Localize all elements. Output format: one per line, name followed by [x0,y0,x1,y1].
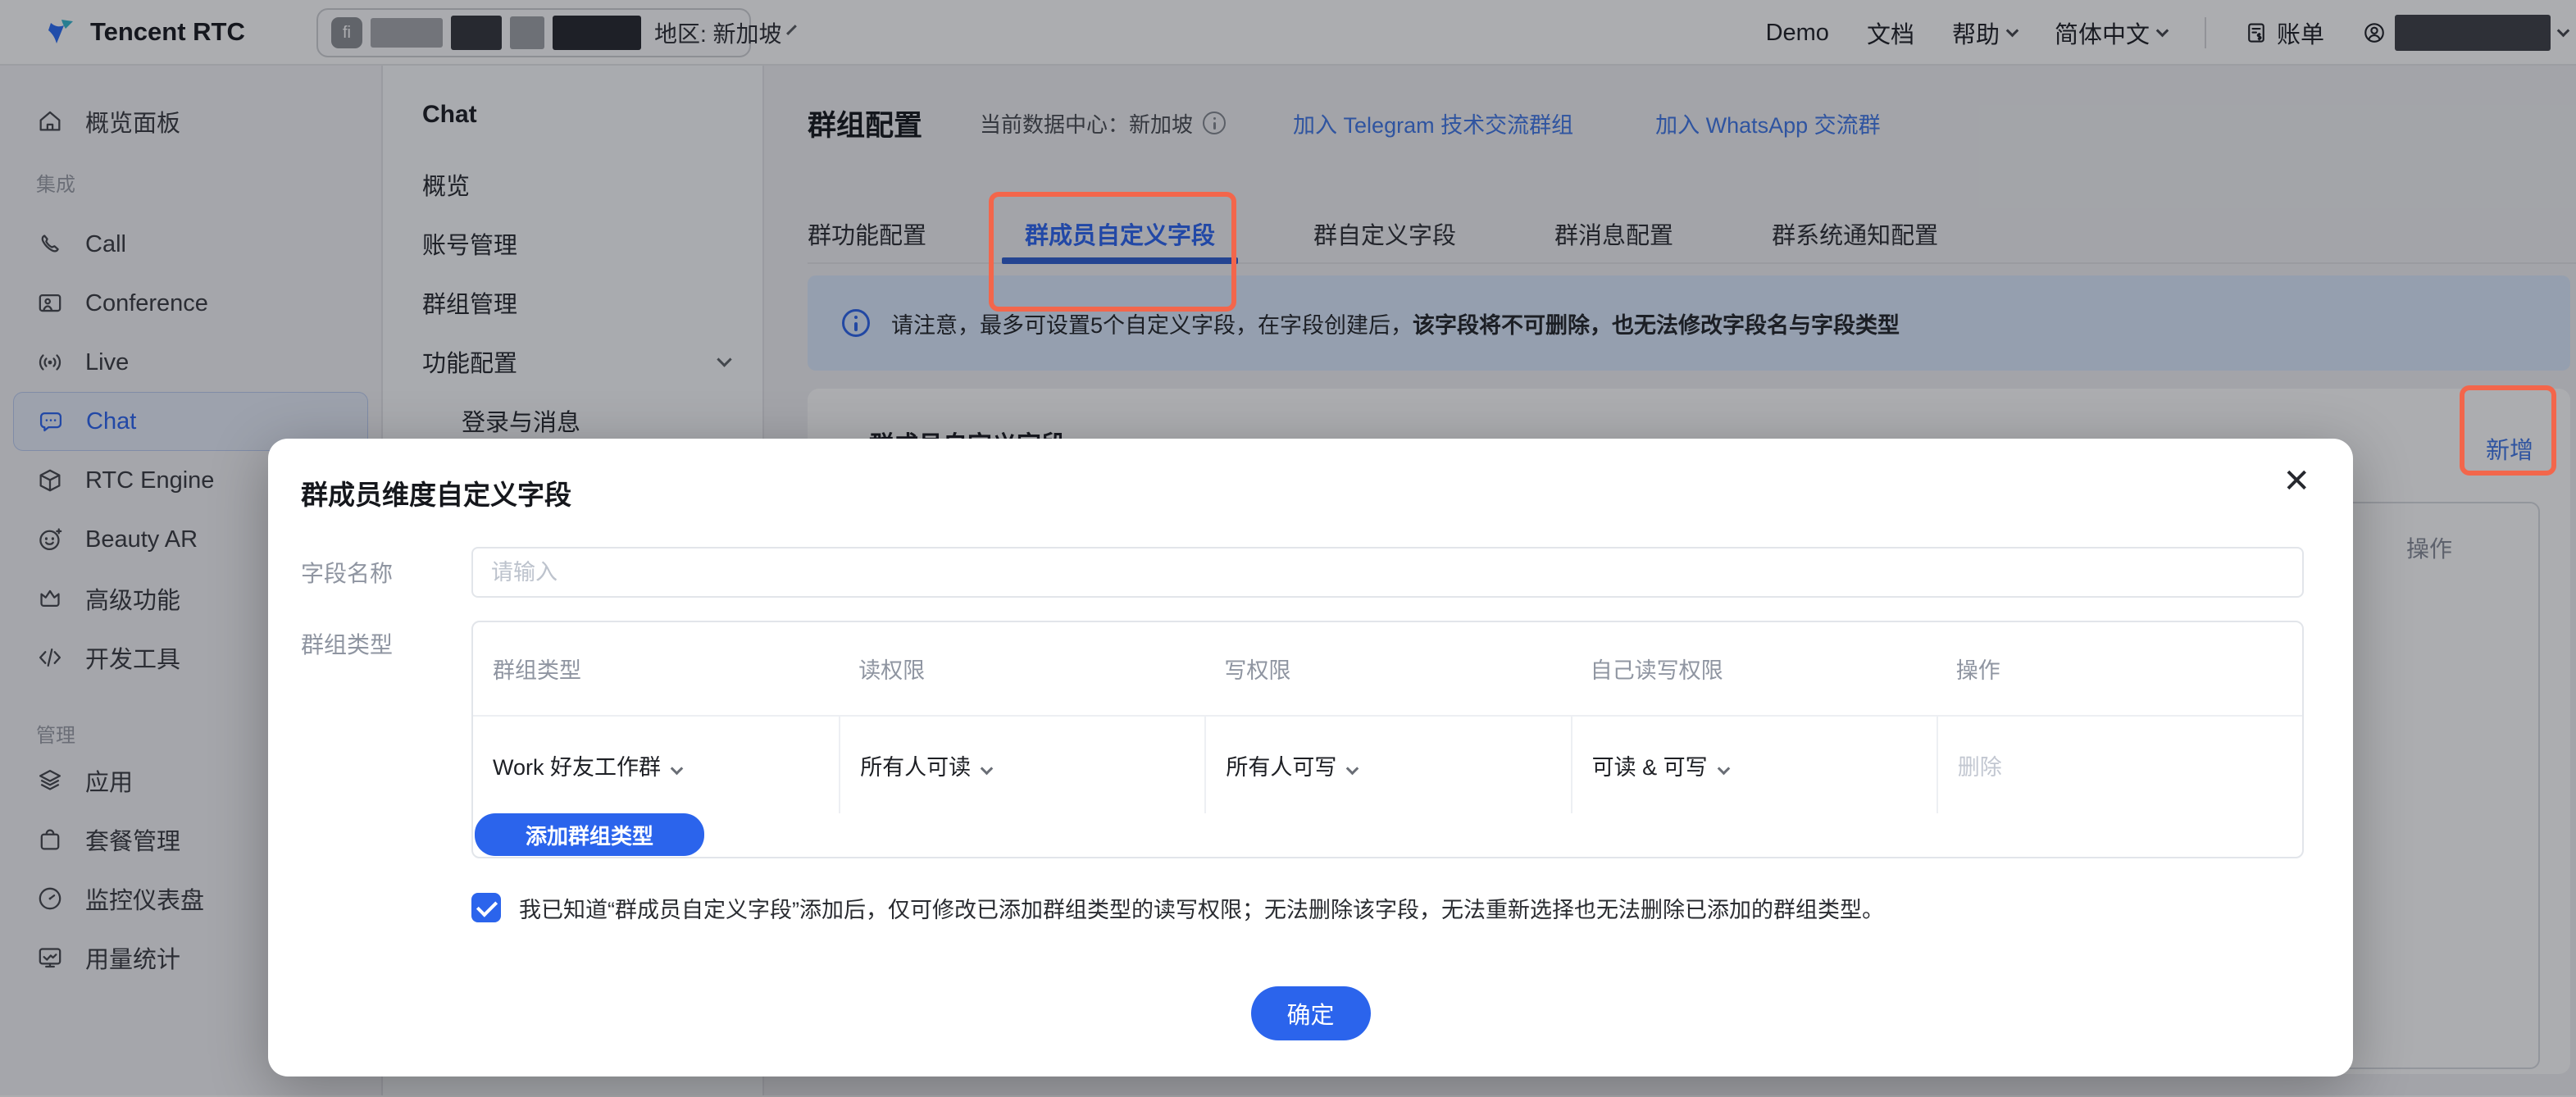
chevron-down-icon [1717,762,1730,775]
self-permission-select[interactable]: 可读 & 可写 [1571,717,1937,813]
write-permission-select[interactable]: 所有人可写 [1204,717,1570,813]
app-window: Tencent RTC fi 地区: 新加坡 Demo 文档 帮助 简体中文 账… [0,0,2576,1097]
dialog-title: 群成员维度自定义字段 [301,473,571,512]
group-type-select[interactable]: Work 好友工作群 [473,717,839,813]
confirm-button[interactable]: 确定 [1250,986,1370,1040]
close-icon[interactable]: ✕ [2282,465,2310,498]
read-permission-select[interactable]: 所有人可读 [839,717,1204,813]
col-header-self-permission: 自己读写权限 [1571,653,1937,685]
annotation-box-active-tab [989,192,1236,312]
table-header-row: 群组类型 读权限 写权限 自己读写权限 操作 [473,622,2302,715]
add-group-type-button[interactable]: 添加群组类型 [475,813,704,856]
member-custom-field-dialog: 群成员维度自定义字段 ✕ 字段名称 群组类型 群组类型 读权限 写权限 自己读写… [268,439,2353,1077]
acknowledgement-row: 我已知道“群成员自定义字段”添加后，仅可修改已添加群组类型的读写权限；无法删除该… [471,891,1884,924]
delete-row-button[interactable]: 删除 [1937,717,2302,813]
col-header-write-permission: 写权限 [1204,653,1570,685]
group-type-table: 群组类型 读权限 写权限 自己读写权限 操作 Work 好友工作群 所有人可读 … [471,621,2304,858]
col-header-group-type: 群组类型 [473,653,839,685]
table-row: Work 好友工作群 所有人可读 所有人可写 可读 & 可写 删除 [473,715,2302,813]
annotation-box-add-button [2460,385,2556,476]
checkbox-checked[interactable] [471,893,501,922]
col-header-read-permission: 读权限 [839,653,1204,685]
field-name-input[interactable] [471,547,2304,598]
col-header-operation: 操作 [1937,653,2302,685]
table-footer: 添加群组类型 [473,813,2302,855]
chevron-down-icon [671,762,684,775]
field-name-label: 字段名称 [301,547,393,598]
acknowledgement-text: 我已知道“群成员自定义字段”添加后，仅可修改已添加群组类型的读写权限；无法删除该… [519,892,1884,924]
group-type-label: 群组类型 [301,617,393,670]
chevron-down-icon [1346,762,1359,775]
chevron-down-icon [981,762,994,775]
